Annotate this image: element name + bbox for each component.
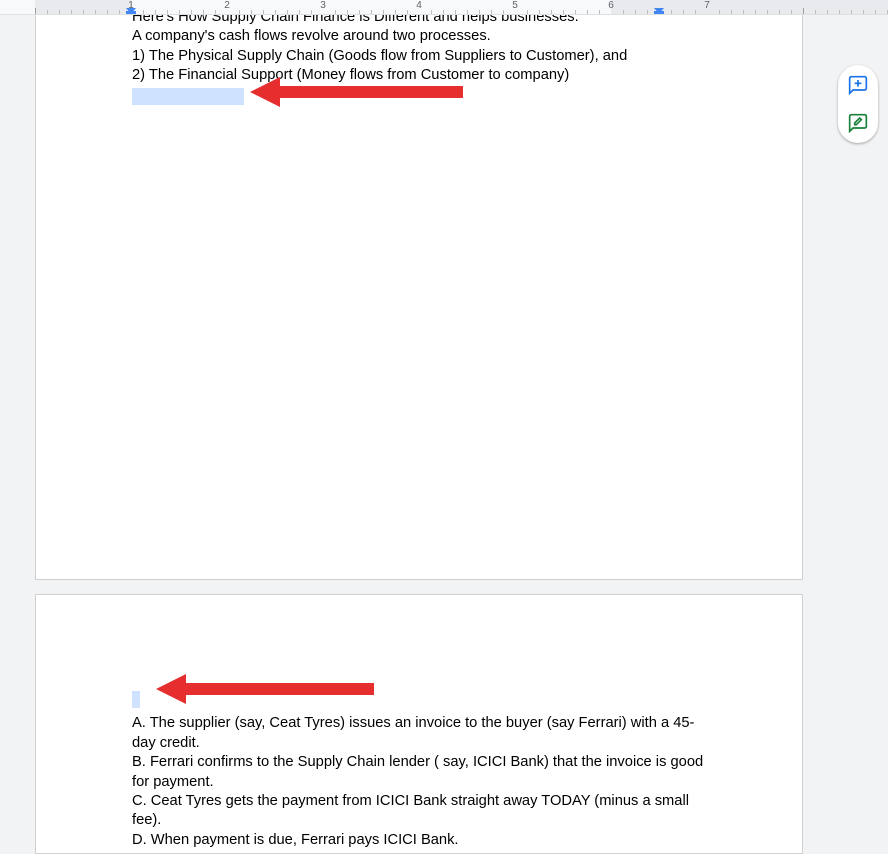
text-selection[interactable] [132, 88, 244, 105]
body-text[interactable]: A company's cash flows revolve around tw… [132, 27, 706, 46]
body-text[interactable]: D. When payment is due, Ferrari pays ICI… [132, 831, 706, 850]
body-text[interactable]: C. Ceat Tyres gets the payment from ICIC… [132, 792, 706, 831]
suggest-edits-button[interactable] [846, 111, 870, 135]
ruler-number: 6 [608, 0, 614, 11]
side-toolbar [838, 65, 878, 143]
body-text[interactable]: A. The supplier (say, Ceat Tyres) issues… [132, 714, 706, 753]
body-text[interactable]: B. Ferrari confirms to the Supply Chain … [132, 753, 706, 792]
document-page-2[interactable]: A. The supplier (say, Ceat Tyres) issues… [35, 594, 803, 854]
body-text[interactable]: 1) The Physical Supply Chain (Goods flow… [132, 47, 706, 66]
add-comment-icon [848, 75, 868, 95]
ruler-number: 3 [320, 0, 326, 11]
ruler-number: 4 [416, 0, 422, 11]
horizontal-ruler[interactable]: 1234567 [0, 0, 888, 15]
document-page-1[interactable]: Here's How Supply Chain Finance is Diffe… [35, 15, 803, 580]
body-text[interactable]: Here's How Supply Chain Finance is Diffe… [132, 15, 579, 27]
text-selection[interactable] [132, 691, 140, 708]
document-canvas: Here's How Supply Chain Finance is Diffe… [0, 15, 888, 854]
suggest-edits-icon [848, 113, 868, 133]
add-comment-button[interactable] [846, 73, 870, 97]
ruler-number: 5 [512, 0, 518, 11]
ruler-number: 2 [224, 0, 230, 11]
ruler-number: 7 [704, 0, 710, 11]
body-text[interactable]: 2) The Financial Support (Money flows fr… [132, 66, 706, 85]
